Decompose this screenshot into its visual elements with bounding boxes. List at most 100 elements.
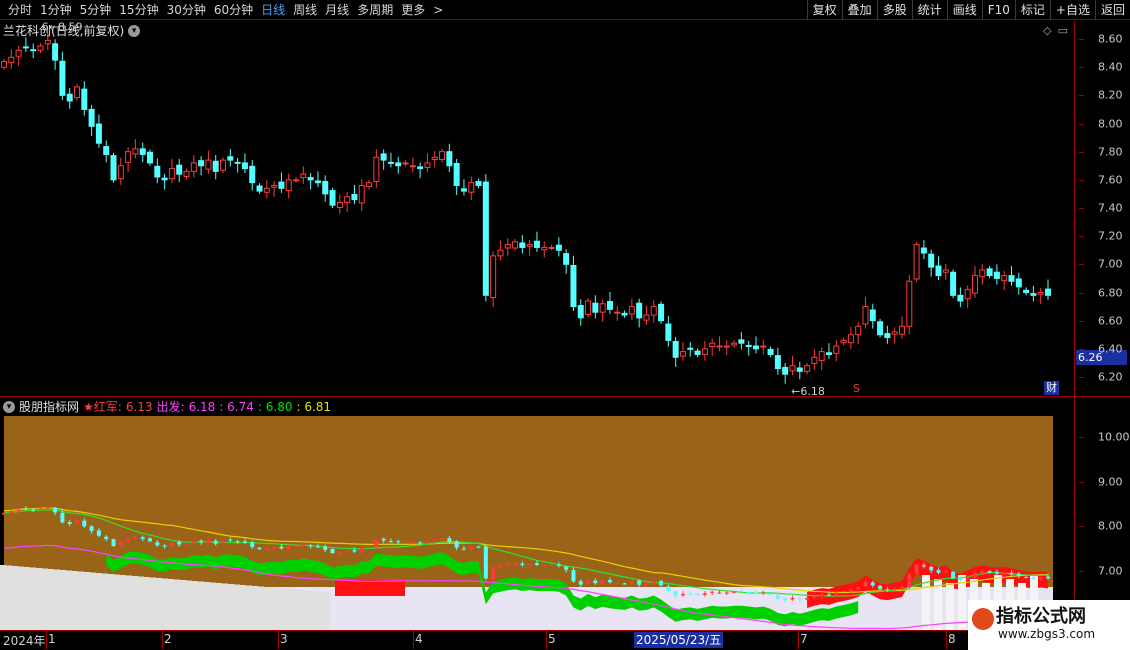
period-tab-0[interactable]: 分时 [4,0,36,20]
candle [774,347,781,375]
candle [249,160,256,191]
candle [847,326,854,349]
period-tab-7[interactable]: 周线 [289,0,321,20]
date-cursor: 2025/05/23/五 [634,632,724,648]
candle [906,275,913,335]
candle [577,299,584,326]
chevron-down-icon[interactable]: ▾ [3,400,15,413]
candle [650,300,657,323]
finance-badge[interactable]: 财 [1044,381,1059,395]
low-marker: ←6.18 [791,385,825,396]
candle [314,171,321,188]
tool-button-8[interactable]: 返回 [1094,0,1130,20]
maximize-icon[interactable]: ▭ [1058,24,1068,37]
candle [66,88,73,109]
candle [139,142,146,163]
price-label: 8.00 [1098,117,1123,130]
tool-button-1[interactable]: 叠加 [841,0,877,20]
candle [8,49,15,69]
candle [74,84,81,101]
tool-button-4[interactable]: 画线 [946,0,982,20]
candle [512,238,519,251]
indicator-tick [1079,526,1084,528]
tool-button-7[interactable]: +自选 [1049,0,1095,20]
candle [898,316,905,339]
indicator-panel[interactable]: ▾ 股朋指标网 ★红军: 6.13 出发: 6.18 : 6.74 : 6.80… [0,397,1074,630]
period-tab-5[interactable]: 60分钟 [210,0,257,20]
candle [307,173,314,190]
candle [117,157,124,185]
indicator-value-3: : 6.80 [257,399,293,414]
tool-button-3[interactable]: 统计 [911,0,947,20]
chevron-right-icon[interactable]: > [429,0,447,20]
candle [1023,287,1030,296]
indicator-chart[interactable] [0,397,1074,630]
indicator-start-label: 出发: [156,400,185,414]
candle [760,339,767,355]
candle [855,321,862,345]
period-tab-9[interactable]: 多周期 [353,0,397,20]
candle [701,340,708,361]
candle [541,241,548,258]
tool-button-5[interactable]: F10 [981,0,1015,20]
price-label: 7.40 [1098,201,1123,215]
kline-panel[interactable]: 6←8.59 ←6.18 S 兰花科创(日线,前复权) ▾ ◇ ▭ [0,21,1074,396]
candle [570,255,577,312]
indicator-candle [586,579,591,585]
candle [212,155,219,180]
indicator-candle [111,538,116,547]
price-label: 6.60 [1098,314,1123,328]
candle [351,184,358,205]
tool-button-6[interactable]: 标记 [1014,0,1050,20]
period-tab-8[interactable]: 月线 [321,0,353,20]
candle [95,114,102,148]
kline-chart[interactable]: 6←8.59←6.18 S [0,21,1074,396]
indicator-label: 7.00 [1098,564,1123,578]
price-label: 7.80 [1098,145,1123,159]
period-tab-1[interactable]: 1分钟 [36,0,76,20]
chevron-down-icon[interactable]: ▾ [128,24,141,37]
candle [636,298,643,328]
period-tab-10[interactable]: 更多 [397,0,429,20]
period-tab-6[interactable]: 日线 [257,0,289,20]
candle [329,187,336,208]
candle [460,179,467,196]
candle [1015,272,1022,295]
indicator-red-value: 6.13 [125,399,153,414]
price-tick [1079,320,1084,322]
period-tab-2[interactable]: 5分钟 [76,0,116,20]
candle [825,343,832,359]
candle [168,158,175,184]
tool-button-0[interactable]: 复权 [806,0,842,20]
date-tick [946,631,947,649]
period-tab-4[interactable]: 30分钟 [163,0,210,20]
price-tick [1079,292,1084,294]
candle [344,192,351,212]
candle [643,305,650,325]
candle [453,158,460,196]
candle [964,285,971,309]
candle [59,51,66,100]
candle [358,179,365,211]
candle [424,153,431,172]
date-tick [278,631,279,649]
candle [957,287,964,308]
candle [519,235,526,254]
indicator-label: 10.00 [1098,430,1130,444]
period-tab-3[interactable]: 15分钟 [115,0,162,20]
candle [971,266,978,298]
main-chart-title: 兰花科创(日线,前复权) [3,24,125,38]
indicator-name: 股朋指标网 [19,400,80,414]
candle [599,299,606,322]
candle [614,306,621,321]
indicator-candle [951,571,956,580]
date-label: 7 [800,632,808,646]
diamond-icon[interactable]: ◇ [1043,24,1051,37]
price-tick [1079,67,1084,69]
candle [913,241,920,282]
candle [15,45,22,66]
price-label: 8.40 [1098,60,1123,74]
candle [431,151,438,168]
tool-button-2[interactable]: 多股 [876,0,912,20]
candle [950,269,957,299]
